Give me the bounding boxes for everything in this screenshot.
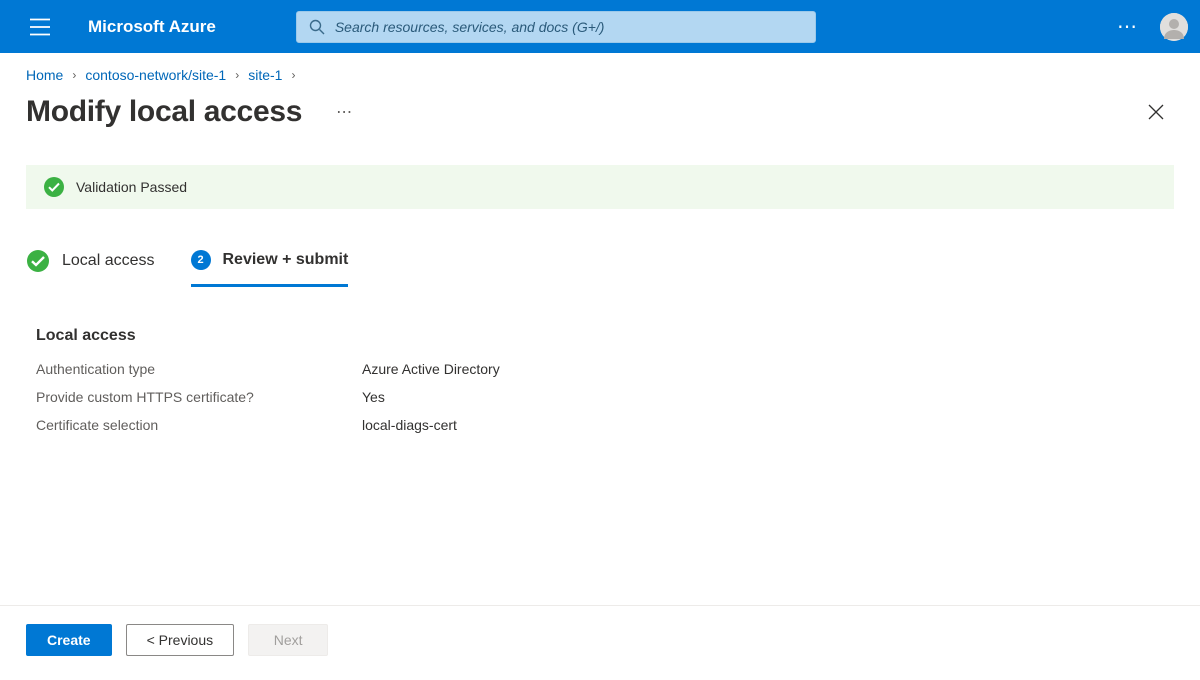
validation-message: Validation Passed xyxy=(76,179,187,195)
step-1-label: Local access xyxy=(62,252,155,270)
global-search-box[interactable] xyxy=(296,11,816,43)
brand-label[interactable]: Microsoft Azure xyxy=(88,17,216,37)
tab-local-access[interactable]: Local access xyxy=(26,245,155,287)
user-avatar[interactable] xyxy=(1160,13,1188,41)
user-icon xyxy=(1160,13,1188,41)
summary-value: Azure Active Directory xyxy=(362,361,500,377)
step-tabs: Local access 2 Review + submit xyxy=(26,245,1174,287)
topbar-more-button[interactable]: ⋯ xyxy=(1110,9,1146,45)
close-button[interactable] xyxy=(1140,96,1172,128)
summary-value: local-diags-cert xyxy=(362,417,457,433)
search-icon xyxy=(309,19,325,35)
summary-value: Yes xyxy=(362,389,385,405)
summary-label: Certificate selection xyxy=(36,417,362,433)
previous-button[interactable]: < Previous xyxy=(126,624,235,656)
summary-row: Authentication type Azure Active Directo… xyxy=(36,361,1200,377)
global-search-input[interactable] xyxy=(335,19,803,35)
summary-row: Certificate selection local-diags-cert xyxy=(36,417,1200,433)
chevron-right-icon: › xyxy=(291,68,295,82)
success-check-icon xyxy=(44,177,64,197)
step-complete-icon xyxy=(26,249,50,273)
breadcrumb: Home › contoso-network/site-1 › site-1 › xyxy=(0,53,1200,91)
breadcrumb-home[interactable]: Home xyxy=(26,67,63,83)
step-number-badge: 2 xyxy=(191,250,211,270)
breadcrumb-path-2[interactable]: site-1 xyxy=(248,67,282,83)
hamburger-icon xyxy=(30,18,50,36)
summary-label: Authentication type xyxy=(36,361,362,377)
summary-label: Provide custom HTTPS certificate? xyxy=(36,389,362,405)
section-heading: Local access xyxy=(36,327,1200,345)
chevron-right-icon: › xyxy=(72,68,76,82)
page-title-row: Modify local access ⋯ xyxy=(0,91,1200,135)
page-title: Modify local access xyxy=(26,95,302,129)
hamburger-menu-button[interactable] xyxy=(20,7,60,47)
summary-row: Provide custom HTTPS certificate? Yes xyxy=(36,389,1200,405)
close-icon xyxy=(1148,104,1164,120)
top-bar: Microsoft Azure ⋯ xyxy=(0,0,1200,53)
page-more-button[interactable]: ⋯ xyxy=(330,98,359,126)
create-button[interactable]: Create xyxy=(26,624,112,656)
tab-review-submit[interactable]: 2 Review + submit xyxy=(191,246,349,287)
breadcrumb-path-1[interactable]: contoso-network/site-1 xyxy=(85,67,226,83)
footer-actions: Create < Previous Next xyxy=(0,605,1200,680)
validation-banner: Validation Passed xyxy=(26,165,1174,209)
summary-section: Local access Authentication type Azure A… xyxy=(0,327,1200,433)
step-2-label: Review + submit xyxy=(223,251,349,269)
next-button: Next xyxy=(248,624,328,656)
chevron-right-icon: › xyxy=(235,68,239,82)
